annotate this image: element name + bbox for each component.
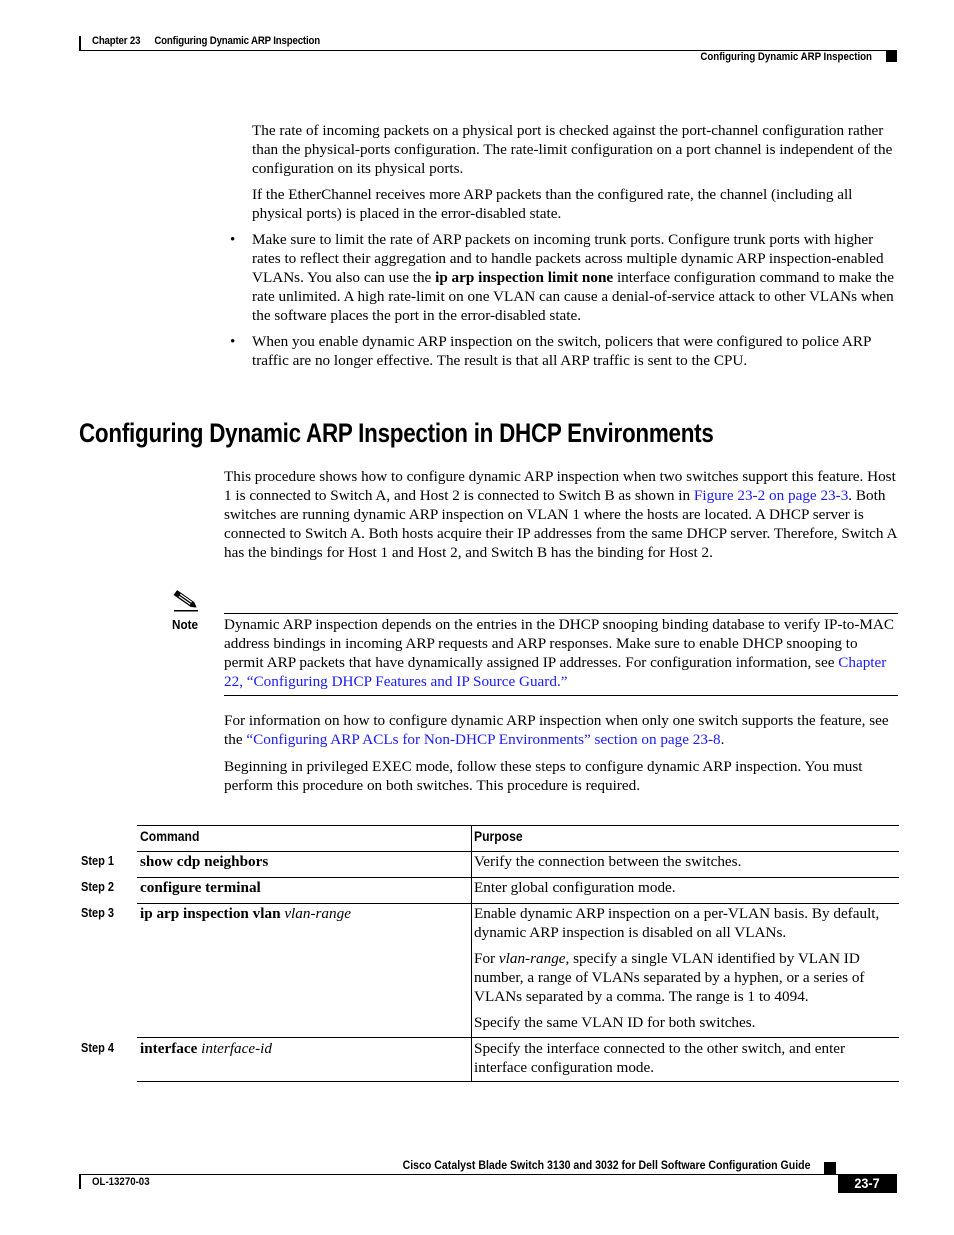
purpose-cell: Specify the interface connected to the o… <box>474 1040 846 1076</box>
purpose-cell: Enable dynamic ARP inspection on a per-V… <box>474 905 880 1031</box>
section-heading: Configuring Dynamic ARP Inspection in DH… <box>79 418 714 448</box>
note-pencil-icon <box>172 590 200 612</box>
inline-command: ip arp inspection limit none <box>435 269 614 286</box>
intro-paragraph: If the EtherChannel receives more ARP pa… <box>252 186 853 222</box>
header-left-bar <box>79 36 81 50</box>
chapter-title: Configuring Dynamic ARP Inspection <box>154 35 320 47</box>
command-argument: interface-id <box>201 1040 272 1057</box>
note-text: Dynamic ARP inspection depends on the en… <box>224 616 894 690</box>
command-cell: show cdp neighbors <box>140 853 269 870</box>
chapter-number: Chapter 23 <box>92 35 141 47</box>
bullet-icon: • <box>230 333 236 350</box>
command-cell: ip arp inspection vlan vlan-range <box>140 905 351 922</box>
step-label: Step 4 <box>81 1041 115 1055</box>
footer-left-bar <box>79 1175 81 1189</box>
purpose-cell: Enter global configuration mode. <box>474 879 676 896</box>
purpose-cell: Verify the connection between the switch… <box>474 853 742 870</box>
command-cell: configure terminal <box>140 879 261 896</box>
page-number: 23-7 <box>854 1175 881 1191</box>
procedure-intro: For information on how to configure dyna… <box>224 711 900 795</box>
bullet-list: • Make sure to limit the rate of ARP pac… <box>230 230 902 377</box>
header-marker-block <box>886 50 897 62</box>
table-bottom-rule <box>137 1081 899 1082</box>
table-top-rule <box>137 825 899 826</box>
note-rule-bottom <box>224 695 898 696</box>
footer-guide-title: Cisco Catalyst Blade Switch 3130 and 303… <box>402 1158 810 1172</box>
table-header-command: Command <box>140 829 200 844</box>
command-cell: interface interface-id <box>140 1040 272 1057</box>
section-intro: This procedure shows how to configure dy… <box>224 467 900 562</box>
footer-rule <box>79 1174 897 1175</box>
running-header-section: Configuring Dynamic ARP Inspection <box>700 51 872 63</box>
table-header-purpose: Purpose <box>474 829 523 844</box>
section-link[interactable]: “Configuring ARP ACLs for Non-DHCP Envir… <box>246 731 720 748</box>
bullet-icon: • <box>230 231 236 248</box>
step-label: Step 1 <box>81 854 115 868</box>
section-paragraph: This procedure shows how to configure dy… <box>224 468 897 561</box>
note-rule-top <box>224 613 898 614</box>
note-label: Note <box>172 617 199 632</box>
page-number-badge: 23-7 <box>838 1174 897 1193</box>
command-argument: vlan-range <box>284 905 351 922</box>
step-label: Step 2 <box>81 880 115 894</box>
running-header-chapter: Chapter 23 Configuring Dynamic ARP Inspec… <box>92 35 320 47</box>
footer-doc-number: OL-13270-03 <box>92 1176 150 1188</box>
section-paragraph: Beginning in privileged EXEC mode, follo… <box>224 758 863 794</box>
table-row-rule <box>137 1037 899 1038</box>
intro-paragraph: The rate of incoming packets on a physic… <box>252 122 893 177</box>
bullet-item: • Make sure to limit the rate of ARP pac… <box>230 231 895 324</box>
intro-paragraphs: The rate of incoming packets on a physic… <box>252 121 902 223</box>
section-paragraph: For information on how to configure dyna… <box>224 712 889 748</box>
figure-link[interactable]: Figure 23-2 on page 23-3 <box>694 487 848 504</box>
footer-marker-block <box>824 1162 836 1174</box>
step-label: Step 3 <box>81 906 115 920</box>
bullet-item: • When you enable dynamic ARP inspection… <box>230 333 871 369</box>
table-column-divider <box>471 825 472 1082</box>
